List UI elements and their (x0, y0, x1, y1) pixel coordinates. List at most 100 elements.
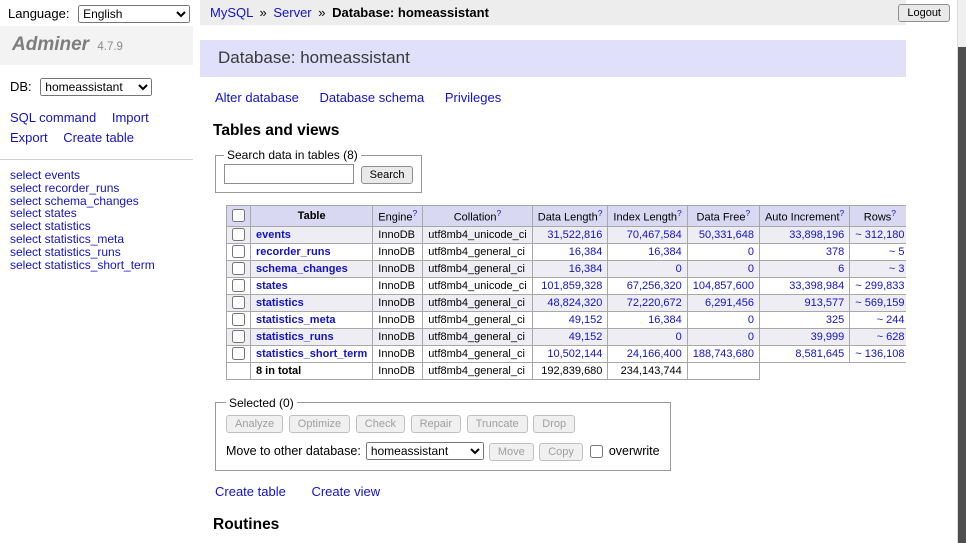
row-checkbox[interactable] (232, 279, 245, 292)
help-link[interactable]: ? (497, 208, 502, 218)
auto-increment-link[interactable]: 6 (838, 263, 844, 275)
rows-count-link[interactable]: ~ 5 (889, 246, 905, 258)
data-length-link[interactable]: 16,384 (569, 246, 603, 258)
data-free-link[interactable]: 0 (748, 246, 754, 258)
data-free-link[interactable]: 0 (748, 331, 754, 343)
rows-count-link[interactable]: ~ 244 (877, 314, 905, 326)
privileges-link[interactable]: Privileges (445, 90, 501, 105)
row-checkbox[interactable] (232, 347, 245, 360)
breadcrumb-server-link[interactable]: Server (273, 5, 311, 20)
index-length-link[interactable]: 24,166,400 (627, 348, 682, 360)
rows-count-link[interactable]: ~ 628 (877, 331, 905, 343)
data-length-link[interactable]: 10,502,144 (547, 348, 602, 360)
sql-command-link[interactable]: SQL command (10, 110, 96, 125)
index-length-link[interactable]: 67,256,320 (627, 280, 682, 292)
help-link[interactable]: ? (891, 208, 896, 218)
search-input[interactable] (224, 164, 354, 184)
data-length-link[interactable]: 49,152 (569, 331, 603, 343)
sidebar-table-link[interactable]: select statistics_runs (10, 246, 183, 259)
logout-button[interactable]: Logout (898, 4, 950, 22)
table-name-link[interactable]: states (256, 280, 288, 292)
export-link[interactable]: Export (10, 130, 48, 145)
index-length-link[interactable]: 70,467,584 (627, 229, 682, 241)
index-length-link[interactable]: 16,384 (648, 314, 682, 326)
table-name-link[interactable]: statistics_meta (256, 314, 336, 326)
index-length-link[interactable]: 0 (676, 263, 682, 275)
data-free-link[interactable]: 6,291,456 (705, 297, 754, 309)
overwrite-checkbox[interactable] (590, 445, 603, 458)
row-checkbox[interactable] (232, 296, 245, 309)
auto-increment-link[interactable]: 33,398,984 (789, 280, 844, 292)
rows-count-link[interactable]: ~ 136,108 (855, 348, 904, 360)
sidebar-table-link[interactable]: select statistics_meta (10, 233, 183, 246)
auto-increment-link[interactable]: 378 (826, 246, 844, 258)
row-checkbox[interactable] (232, 313, 245, 326)
scrollbar[interactable] (957, 0, 966, 543)
copy-button[interactable]: Copy (539, 443, 583, 461)
scrollbar-thumb[interactable] (958, 47, 966, 543)
overwrite-label[interactable]: overwrite (609, 444, 660, 458)
check-button[interactable]: Check (356, 415, 405, 433)
data-free-link[interactable]: 104,857,600 (693, 280, 754, 292)
create-table-sidebar-link[interactable]: Create table (63, 130, 134, 145)
adminer-logo-link[interactable]: Adminer (12, 34, 89, 55)
rows-count-link[interactable]: ~ 3 (889, 263, 905, 275)
data-length-link[interactable]: 101,859,328 (541, 280, 602, 292)
auto-increment-link[interactable]: 8,581,645 (795, 348, 844, 360)
sidebar-table-link[interactable]: select events (10, 169, 183, 182)
drop-button[interactable]: Drop (533, 415, 575, 433)
analyze-button[interactable]: Analyze (226, 415, 283, 433)
data-length-link[interactable]: 16,384 (569, 263, 603, 275)
import-link[interactable]: Import (112, 110, 149, 125)
row-checkbox[interactable] (232, 245, 245, 258)
index-length-link[interactable]: 72,220,672 (627, 297, 682, 309)
table-name-link[interactable]: statistics_runs (256, 331, 334, 343)
help-link[interactable]: ? (598, 208, 603, 218)
rows-count-link[interactable]: ~ 299,833 (855, 280, 904, 292)
help-link[interactable]: ? (840, 208, 845, 218)
help-link[interactable]: ? (413, 208, 418, 218)
help-link[interactable]: ? (677, 208, 682, 218)
select-all-checkbox[interactable] (232, 209, 245, 222)
auto-increment-link[interactable]: 39,999 (811, 331, 845, 343)
data-free-link[interactable]: 0 (748, 263, 754, 275)
db-select[interactable]: homeassistant (40, 78, 152, 96)
auto-increment-link[interactable]: 913,577 (805, 297, 845, 309)
create-view-link[interactable]: Create view (311, 484, 380, 499)
truncate-button[interactable]: Truncate (467, 415, 528, 433)
language-select[interactable]: English (78, 5, 190, 23)
create-table-link[interactable]: Create table (215, 484, 286, 499)
table-name-link[interactable]: statistics_short_term (256, 348, 367, 360)
search-button[interactable]: Search (361, 166, 414, 184)
data-free-link[interactable]: 188,743,680 (693, 348, 754, 360)
auto-increment-link[interactable]: 325 (826, 314, 844, 326)
data-length-link[interactable]: 31,522,816 (547, 229, 602, 241)
table-name-link[interactable]: schema_changes (256, 263, 348, 275)
table-name-link[interactable]: recorder_runs (256, 246, 331, 258)
table-name-link[interactable]: events (256, 229, 291, 241)
breadcrumb-mysql-link[interactable]: MySQL (210, 5, 253, 20)
data-length-link[interactable]: 49,152 (569, 314, 603, 326)
database-schema-link[interactable]: Database schema (319, 90, 424, 105)
auto-increment-link[interactable]: 33,898,196 (789, 229, 844, 241)
data-length-link[interactable]: 48,824,320 (547, 297, 602, 309)
move-button[interactable]: Move (489, 443, 534, 461)
index-length-link[interactable]: 0 (676, 331, 682, 343)
rows-count-link[interactable]: ~ 569,159 (855, 297, 904, 309)
sidebar-table-link[interactable]: select recorder_runs (10, 182, 183, 195)
move-db-select[interactable]: homeassistant (366, 442, 484, 460)
rows-count-link[interactable]: ~ 312,180 (855, 229, 904, 241)
optimize-button[interactable]: Optimize (289, 415, 350, 433)
row-checkbox[interactable] (232, 228, 245, 241)
table-name-link[interactable]: statistics (256, 297, 304, 309)
sidebar-table-link[interactable]: select statistics_short_term (10, 259, 183, 272)
alter-database-link[interactable]: Alter database (215, 90, 299, 105)
row-checkbox[interactable] (232, 262, 245, 275)
index-length-link[interactable]: 16,384 (648, 246, 682, 258)
repair-button[interactable]: Repair (411, 415, 461, 433)
total-void-cell (759, 362, 906, 379)
row-checkbox[interactable] (232, 330, 245, 343)
help-link[interactable]: ? (745, 208, 750, 218)
data-free-link[interactable]: 0 (748, 314, 754, 326)
data-free-link[interactable]: 50,331,648 (699, 229, 754, 241)
